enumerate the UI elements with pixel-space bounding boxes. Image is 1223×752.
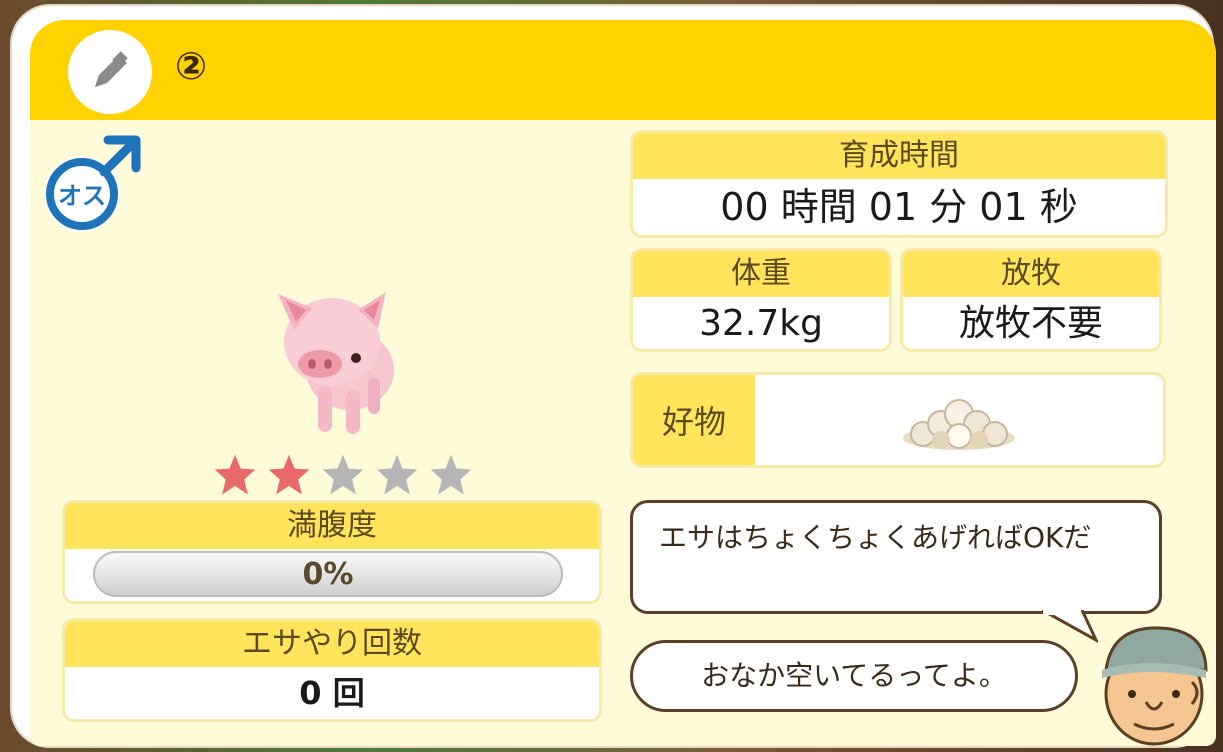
gender-label: オス <box>58 182 106 210</box>
tip-text: エサはちょくちょくあげればOKだ <box>659 521 1092 554</box>
weight-value: 32.7kg <box>633 297 889 349</box>
star-empty-icon <box>430 454 472 495</box>
farmer-avatar <box>1102 626 1208 746</box>
pig-info-panel: ② オス 満腹度 0% エサやり回数 0 回 育成時間 00 時間 01 分 0… <box>12 6 1216 746</box>
raising-time-card: 育成時間 00 時間 01 分 01 秒 <box>630 130 1168 238</box>
pencil-icon <box>95 51 128 87</box>
pig-image <box>278 292 394 434</box>
status-text: おなか空いてるってよ。 <box>701 659 1007 692</box>
star-filled-icon <box>214 454 256 495</box>
star-filled-icon <box>268 454 310 495</box>
panel-body: ② オス 満腹度 0% エサやり回数 0 回 育成時間 00 時間 01 分 0… <box>30 20 1216 746</box>
grazing-card: 放牧 放牧不要 <box>900 248 1162 352</box>
status-bubble: おなか空いてるってよ。 <box>630 640 1078 712</box>
star-empty-icon <box>376 454 418 495</box>
favorite-item <box>755 375 1163 465</box>
grazing-label: 放牧 <box>903 251 1159 297</box>
favorite-label: 好物 <box>633 375 755 465</box>
feed-count-label: エサやり回数 <box>65 621 599 667</box>
fullness-label: 満腹度 <box>65 503 599 549</box>
weight-label: 体重 <box>633 251 889 297</box>
panel-header: ② <box>30 20 1216 120</box>
raising-time-label: 育成時間 <box>633 133 1165 179</box>
weight-card: 体重 32.7kg <box>630 248 892 352</box>
feed-count-card: エサやり回数 0 回 <box>62 618 602 722</box>
fullness-card: 満腹度 0% <box>62 500 602 604</box>
fullness-value: 0% <box>302 556 354 592</box>
favorite-food-card: 好物 <box>630 372 1166 468</box>
star-empty-icon <box>322 454 364 495</box>
rename-button[interactable] <box>68 30 152 114</box>
fullness-gauge: 0% <box>93 551 563 597</box>
male-symbol-icon: オス <box>44 135 141 232</box>
raising-time-value: 00 時間 01 分 01 秒 <box>633 179 1165 235</box>
grain-pile-icon <box>903 399 1015 450</box>
rating-stars <box>212 452 474 498</box>
tip-bubble: エサはちょくちょくあげればOKだ <box>630 500 1162 614</box>
pig-number: ② <box>175 44 208 88</box>
feed-count-value: 0 回 <box>65 667 599 719</box>
grazing-value: 放牧不要 <box>903 297 1159 349</box>
